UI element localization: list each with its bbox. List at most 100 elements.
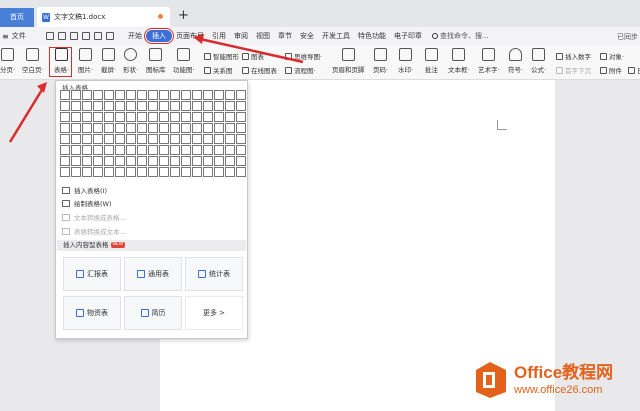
table-grid-cell[interactable] [82,134,92,144]
table-grid-cell[interactable] [225,156,235,166]
table-grid-cell[interactable] [93,112,103,122]
table-grid-cell[interactable] [82,101,92,111]
table-grid-cell[interactable] [192,123,202,133]
table-grid-cell[interactable] [115,101,125,111]
table-grid-cell[interactable] [115,156,125,166]
save-icon[interactable] [46,32,54,40]
table-grid-cell[interactable] [71,145,81,155]
table-grid-cell[interactable] [148,134,158,144]
table-grid-cell[interactable] [214,167,224,177]
table-grid-cell[interactable] [115,167,125,177]
table-grid-cell[interactable] [93,156,103,166]
table-grid-cell[interactable] [181,145,191,155]
attachment-button[interactable]: 附件 [600,65,622,75]
table-grid-cell[interactable] [126,101,136,111]
insert-table-item[interactable]: 插入表格(I) [62,185,107,195]
comment-button[interactable]: 批注 [425,48,438,74]
online-chart-button[interactable]: 在线图表 [242,65,277,75]
new-tab-button[interactable]: + [178,8,189,24]
table-grid-cell[interactable] [236,167,246,177]
table-grid-cell[interactable] [159,101,169,111]
table-grid-cell[interactable] [104,156,114,166]
table-grid-cell[interactable] [137,123,147,133]
table-grid-cell[interactable] [82,112,92,122]
table-grid-cell[interactable] [214,123,224,133]
smart-graphic-button[interactable]: 智能图形 [204,51,239,61]
table-grid-cell[interactable] [93,145,103,155]
table-grid-cell[interactable] [192,145,202,155]
table-grid-cell[interactable] [60,134,70,144]
table-grid-cell[interactable] [203,90,213,100]
table-grid-cell[interactable] [192,134,202,144]
table-grid-cell[interactable] [192,167,202,177]
table-grid-cell[interactable] [104,112,114,122]
table-grid-cell[interactable] [214,101,224,111]
table-grid-cell[interactable] [159,112,169,122]
menu-tab-review[interactable]: 审阅 [230,30,252,42]
file-menu[interactable]: ≡ 文件 [0,31,44,41]
table-grid-cell[interactable] [159,123,169,133]
menu-tab-e-seal[interactable]: 电子印章 [390,30,426,42]
table-grid-cell[interactable] [137,167,147,177]
table-grid-cell[interactable] [60,123,70,133]
table-grid-cell[interactable] [104,145,114,155]
page-number-button[interactable]: 页码· [373,48,388,74]
statistics-table-card[interactable]: 统计表 [185,257,243,291]
table-grid-cell[interactable] [137,156,147,166]
table-grid-cell[interactable] [170,134,180,144]
general-table-card[interactable]: 通用表 [124,257,182,291]
menu-tab-developer[interactable]: 开发工具 [318,30,354,42]
table-grid-cell[interactable] [159,134,169,144]
table-grid-cell[interactable] [214,90,224,100]
undo-icon[interactable] [94,32,102,40]
table-grid-cell[interactable] [82,145,92,155]
shape-button[interactable]: 形状· [123,48,138,74]
table-grid-cell[interactable] [203,101,213,111]
table-grid-cell[interactable] [126,123,136,133]
table-grid-cell[interactable] [148,167,158,177]
table-grid-cell[interactable] [148,101,158,111]
table-grid-cell[interactable] [126,90,136,100]
table-grid-cell[interactable] [115,145,125,155]
blank-page-button[interactable]: 空白页· [22,48,44,74]
table-grid-cell[interactable] [137,90,147,100]
table-grid-cell[interactable] [71,134,81,144]
header-footer-button[interactable]: 页眉和页脚 [332,48,365,74]
table-grid-cell[interactable] [60,167,70,177]
table-grid-cell[interactable] [71,156,81,166]
table-grid-cell[interactable] [225,167,235,177]
table-grid-cell[interactable] [104,101,114,111]
icon-library-button[interactable]: 图标库 [146,48,166,74]
table-grid-cell[interactable] [104,134,114,144]
table-grid-cell[interactable] [192,90,202,100]
table-grid-cell[interactable] [60,90,70,100]
table-grid-cell[interactable] [71,167,81,177]
table-grid-cell[interactable] [181,134,191,144]
table-grid-cell[interactable] [225,123,235,133]
table-grid-cell[interactable] [60,101,70,111]
table-grid-cell[interactable] [82,167,92,177]
draw-table-item[interactable]: 绘制表格(W) [62,198,112,208]
menu-tab-references[interactable]: 引用 [208,30,230,42]
table-grid-cell[interactable] [148,156,158,166]
tab-document[interactable]: W 文字文稿1.docx [37,7,170,27]
table-grid-cell[interactable] [115,134,125,144]
table-grid-cell[interactable] [181,123,191,133]
table-grid-cell[interactable] [148,123,158,133]
table-grid-cell[interactable] [214,156,224,166]
tab-home[interactable]: 首页 [0,8,34,27]
watermark-button[interactable]: 水印· [398,48,413,74]
table-grid-cell[interactable] [115,90,125,100]
table-grid-cell[interactable] [236,112,246,122]
resume-card[interactable]: 简历 [124,296,182,330]
table-grid-cell[interactable] [60,156,70,166]
table-grid-cell[interactable] [236,90,246,100]
object-button[interactable]: 对象· [600,51,624,61]
table-grid-cell[interactable] [236,156,246,166]
table-grid-cell[interactable] [214,112,224,122]
table-grid-cell[interactable] [126,112,136,122]
insert-number-button[interactable]: 插入数字 [556,51,591,61]
text-to-table-item[interactable]: 文本转换成表格... [62,212,126,222]
table-grid-cell[interactable] [159,90,169,100]
table-grid-cell[interactable] [181,112,191,122]
